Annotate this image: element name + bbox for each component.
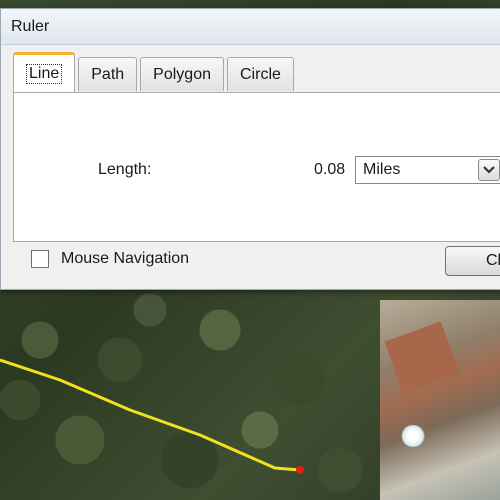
tab-path-label: Path [91,65,125,83]
ruler-dialog: Ruler Line Path Polygon Circle Length: 0… [0,8,500,290]
title-bar[interactable]: Ruler [1,9,500,45]
tab-circle-label: Circle [240,65,281,83]
tab-line[interactable]: Line [13,52,76,92]
tab-circle[interactable]: Circle [227,57,294,91]
chevron-down-icon[interactable] [478,159,500,181]
tab-path[interactable]: Path [78,57,138,91]
endpoint-marker-icon[interactable] [296,466,304,474]
tab-panel: Length: 0.08 Miles [13,92,500,242]
tab-bar: Line Path Polygon Circle [13,52,294,93]
mouse-navigation-checkbox[interactable] [31,250,49,268]
close-button[interactable]: Cl [445,246,500,276]
tab-polygon[interactable]: Polygon [140,57,224,91]
mouse-navigation-label[interactable]: Mouse Navigation [61,250,189,268]
length-value: 0.08 [314,161,346,178]
tab-polygon-label: Polygon [153,65,211,83]
window-title: Ruler [11,17,50,35]
units-selected-value: Miles [363,161,401,178]
ruler-line [0,358,301,472]
tab-line-label: Line [26,63,63,84]
units-dropdown[interactable]: Miles [355,156,500,184]
close-button-label: Cl [486,252,500,269]
length-label: Length: [98,161,152,178]
